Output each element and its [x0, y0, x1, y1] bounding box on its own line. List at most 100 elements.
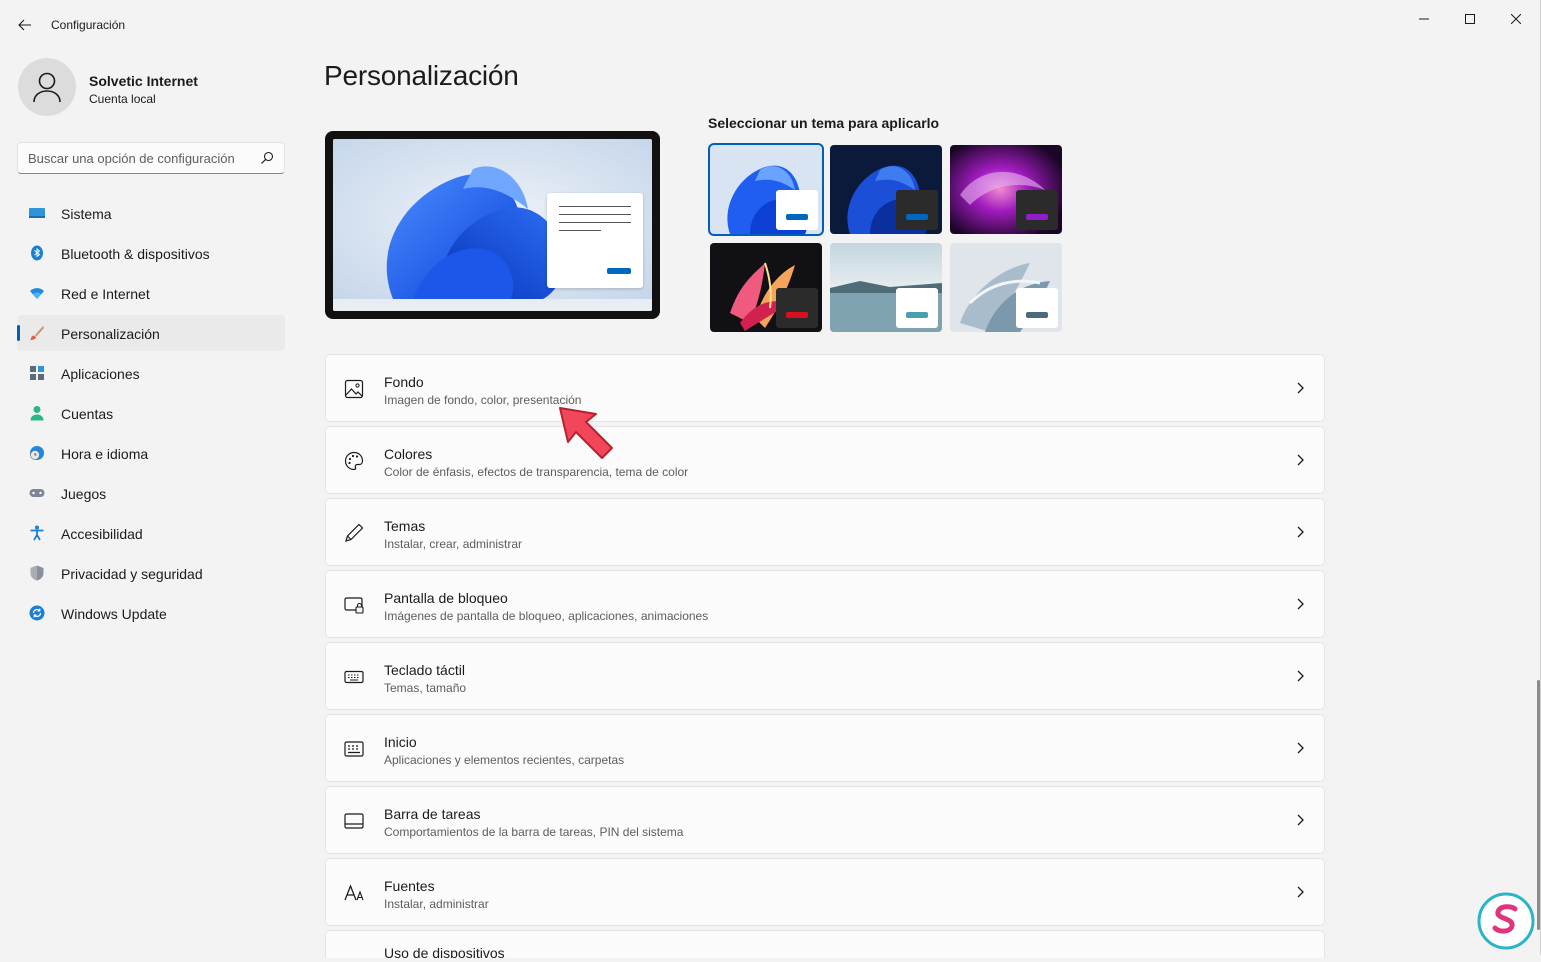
maximize-icon	[1465, 14, 1475, 24]
chevron-right-icon	[1297, 886, 1304, 898]
account-type: Cuenta local	[89, 92, 156, 106]
setting-title: Teclado táctil	[384, 662, 465, 678]
sidebar-item-sistema[interactable]: Sistema	[17, 195, 285, 231]
theme-mini-window	[776, 190, 818, 230]
setting-title: Fuentes	[384, 878, 435, 894]
minimize-button[interactable]	[1401, 6, 1447, 32]
search-input[interactable]	[28, 143, 253, 173]
update-icon	[29, 605, 45, 621]
setting-subtitle: Color de énfasis, efectos de transparenc…	[384, 465, 689, 479]
theme-glow[interactable]	[950, 145, 1062, 234]
palette-icon	[344, 451, 364, 471]
sidebar-item-accesibilidad[interactable]: Accesibilidad	[17, 515, 285, 551]
font-icon	[344, 884, 364, 901]
person-icon	[33, 72, 61, 103]
sidebar-item-privacidad[interactable]: Privacidad y seguridad	[17, 555, 285, 591]
close-button[interactable]	[1493, 6, 1539, 32]
taskbar-icon	[344, 813, 364, 829]
theme-sunrise[interactable]	[830, 243, 942, 332]
setting-uso-dispositivos[interactable]: Uso de dispositivos	[325, 930, 1325, 958]
avatar[interactable]	[18, 58, 76, 116]
keyboard-icon	[344, 670, 364, 684]
settings-window: Configuración Solvetic Internet Cuenta l…	[0, 0, 1541, 958]
pointer-arrow-icon	[559, 407, 613, 459]
minimize-icon	[1419, 18, 1429, 20]
sidebar-item-label: Privacidad y seguridad	[61, 566, 203, 582]
setting-subtitle: Comportamientos de la barra de tareas, P…	[384, 825, 684, 839]
setting-colores[interactable]: Colores Color de énfasis, efectos de tra…	[325, 426, 1325, 494]
preview-line	[559, 214, 631, 215]
sidebar-item-label: Bluetooth & dispositivos	[61, 246, 210, 262]
chevron-right-icon	[1297, 598, 1304, 610]
sidebar-item-juegos[interactable]: Juegos	[17, 475, 285, 511]
sidebar-item-label: Personalización	[61, 326, 160, 342]
themes-label: Seleccionar un tema para aplicarlo	[708, 115, 940, 131]
setting-pantalla-bloqueo[interactable]: Pantalla de bloqueo Imágenes de pantalla…	[325, 570, 1325, 638]
sidebar-item-red[interactable]: Red e Internet	[17, 275, 285, 311]
preview-line	[559, 206, 631, 207]
title-bar: Configuración	[0, 0, 1541, 50]
chevron-right-icon	[1297, 670, 1304, 682]
sidebar-nav: Sistema Bluetooth & dispositivos Red e I…	[17, 195, 285, 635]
close-icon	[1511, 14, 1521, 24]
start-menu-icon	[344, 741, 364, 757]
sidebar-item-personalizacion[interactable]: Personalización	[17, 315, 285, 351]
chevron-right-icon	[1297, 454, 1304, 466]
setting-barra-tareas[interactable]: Barra de tareas Comportamientos de la ba…	[325, 786, 1325, 854]
sidebar-item-aplicaciones[interactable]: Aplicaciones	[17, 355, 285, 391]
sidebar-item-windows-update[interactable]: Windows Update	[17, 595, 285, 631]
pen-icon	[345, 523, 364, 542]
sidebar-item-label: Cuentas	[61, 406, 114, 422]
theme-grid	[708, 143, 1064, 335]
sidebar-item-label: Juegos	[61, 486, 107, 502]
sidebar-item-cuentas[interactable]: Cuentas	[17, 395, 285, 431]
setting-temas[interactable]: Temas Instalar, crear, administrar	[325, 498, 1325, 566]
sidebar-item-label: Accesibilidad	[61, 526, 143, 542]
sidebar-item-label: Windows Update	[61, 606, 167, 622]
setting-subtitle: Instalar, administrar	[384, 897, 489, 911]
theme-captured-motion[interactable]	[710, 243, 822, 332]
setting-title: Uso de dispositivos	[384, 945, 505, 958]
theme-light-bloom[interactable]	[708, 143, 824, 236]
shield-icon	[30, 565, 44, 581]
setting-title: Barra de tareas	[384, 806, 481, 822]
person-icon	[30, 406, 44, 421]
setting-title: Fondo	[384, 374, 424, 390]
setting-subtitle: Aplicaciones y elementos recientes, carp…	[384, 753, 625, 767]
theme-mini-window	[896, 190, 938, 230]
sidebar-item-bluetooth[interactable]: Bluetooth & dispositivos	[17, 235, 285, 271]
theme-dark-bloom[interactable]	[830, 145, 942, 234]
sidebar-item-label: Sistema	[61, 206, 112, 222]
setting-title: Temas	[384, 518, 426, 534]
setting-teclado-tactil[interactable]: Teclado táctil Temas, tamaño	[325, 642, 1325, 710]
search-icon	[261, 151, 274, 164]
clock-globe-icon	[30, 446, 44, 460]
theme-accent-swatch	[906, 312, 928, 318]
sidebar-item-hora[interactable]: Hora e idioma	[17, 435, 285, 471]
preview-line	[559, 230, 601, 231]
chevron-right-icon	[1297, 742, 1304, 754]
chevron-right-icon	[1297, 526, 1304, 538]
maximize-button[interactable]	[1447, 6, 1493, 32]
bluetooth-icon	[31, 245, 43, 261]
setting-inicio[interactable]: Inicio Aplicaciones y elementos reciente…	[325, 714, 1325, 782]
setting-fondo[interactable]: Fondo Imagen de fondo, color, presentaci…	[325, 354, 1325, 422]
solvetic-logo-icon	[1477, 892, 1535, 950]
setting-title: Pantalla de bloqueo	[384, 590, 508, 606]
search-box[interactable]	[17, 142, 285, 174]
theme-accent-swatch	[906, 214, 928, 220]
sidebar-item-label: Hora e idioma	[61, 446, 149, 462]
settings-list: Fondo Imagen de fondo, color, presentaci…	[325, 354, 1325, 962]
theme-mini-window	[776, 288, 818, 328]
back-button[interactable]	[12, 12, 38, 38]
theme-flow[interactable]	[950, 243, 1062, 332]
image-icon	[344, 379, 364, 399]
theme-accent-swatch	[1026, 312, 1048, 318]
scrollbar-thumb[interactable]	[1537, 680, 1540, 930]
sidebar-item-label: Aplicaciones	[61, 366, 140, 382]
setting-fuentes[interactable]: Fuentes Instalar, administrar	[325, 858, 1325, 926]
theme-accent-swatch	[1026, 214, 1048, 220]
setting-subtitle: Instalar, crear, administrar	[384, 537, 523, 551]
preview-screen	[333, 139, 652, 311]
theme-accent-swatch	[786, 312, 808, 318]
